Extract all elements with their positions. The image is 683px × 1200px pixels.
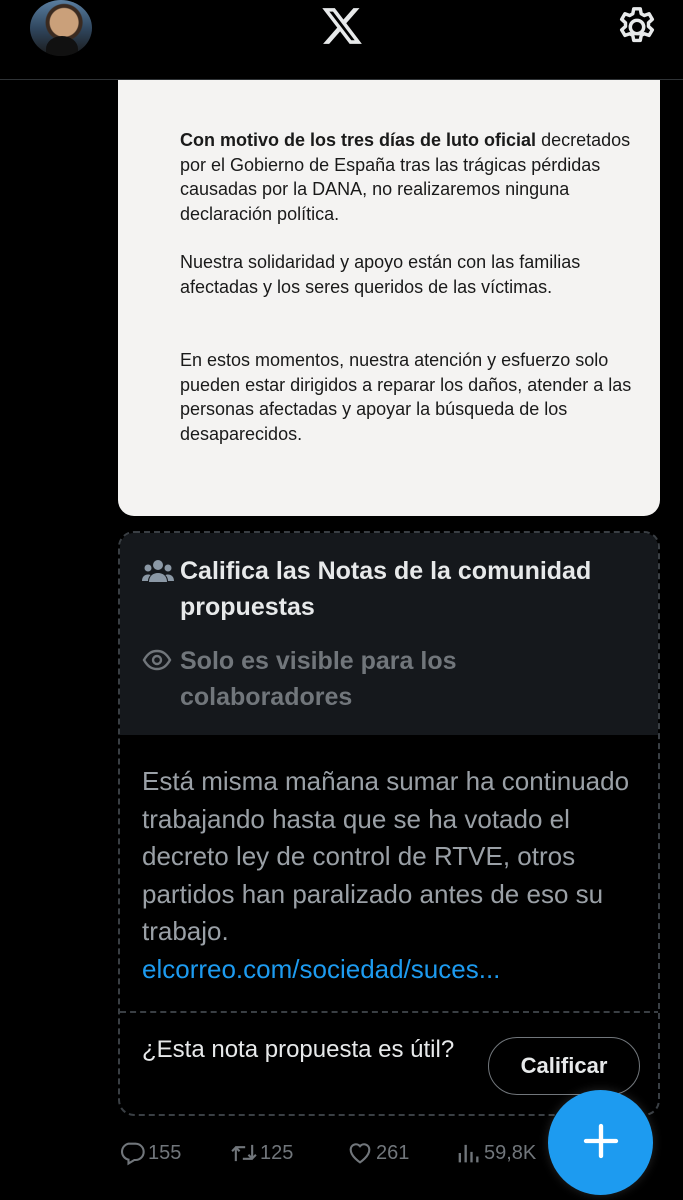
reply-button[interactable]: 155 [118,1138,181,1168]
community-notes-title: Califica las Notas de la comunidad propu… [180,557,592,621]
repost-count: 125 [260,1141,294,1164]
group-icon [142,560,174,582]
like-button[interactable]: 261 [346,1138,409,1168]
rate-question: ¿Esta nota propuesta es útil? [142,1036,455,1063]
profile-avatar[interactable] [30,0,92,56]
top-bar [0,0,683,80]
compose-button[interactable] [548,1090,653,1195]
gear-icon[interactable] [614,4,660,50]
reply-count: 155 [148,1141,182,1164]
statement-paragraph-2: Nuestra solidaridad y apoyo están con la… [180,252,581,297]
statement-paragraph-3: En estos momentos, nuestra atención y es… [180,350,632,444]
rate-button[interactable]: Calificar [488,1037,640,1095]
repost-button[interactable]: 125 [230,1138,293,1168]
view-count: 59,8K [484,1141,537,1164]
views-button[interactable]: 59,8K [454,1138,536,1168]
community-notes-header: Califica las Notas de la comunidad propu… [120,533,658,735]
statement-image[interactable]: Con motivo de los tres días de luto ofic… [118,80,660,516]
note-text: Está misma mañana sumar ha continuado tr… [142,763,642,988]
plus-icon [583,1123,618,1159]
reply-icon [120,1142,145,1166]
tweet-actions: 155 125 261 59,8K [118,1132,598,1176]
statement-paragraph-1: Con motivo de los tres días de luto ofic… [180,130,631,224]
note-source-link[interactable]: elcorreo.com/sociedad/suces... [142,951,642,989]
divider [120,1011,658,1013]
views-icon [458,1144,479,1163]
x-logo-icon[interactable] [318,4,366,48]
visibility-notice: Solo es visible para los colaboradores [180,647,457,711]
repost-icon [231,1144,257,1162]
eye-icon [142,649,172,671]
heart-icon [349,1143,371,1164]
like-count: 261 [376,1141,410,1164]
community-notes-box: Califica las Notas de la comunidad propu… [118,531,660,1116]
